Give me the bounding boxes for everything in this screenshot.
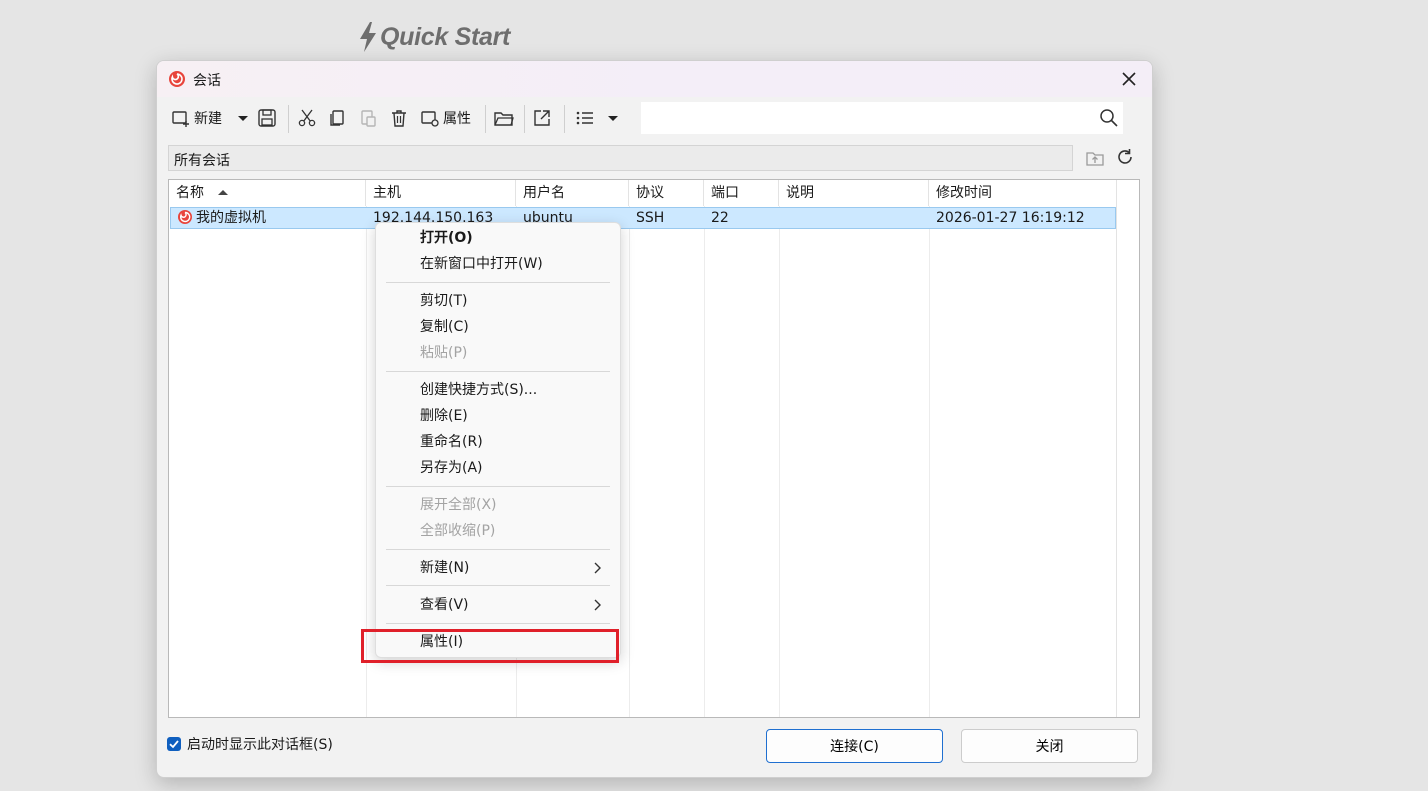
copy-icon: [330, 110, 344, 126]
menu-item-open[interactable]: 打开(O): [420, 226, 473, 250]
session-table: 名称 主机 用户名 协议 端口 说明 修改时间 我的虚拟机 192.144.15…: [168, 179, 1140, 718]
menu-item-collapse-all[interactable]: 全部收缩(P): [420, 519, 495, 543]
show-on-startup-label: 启动时显示此对话框(S): [187, 737, 333, 753]
session-path-bar[interactable]: 所有会话: [168, 145, 1073, 171]
menu-item-view[interactable]: 查看(V): [420, 593, 469, 617]
table-header: 名称 主机 用户名 协议 端口 说明 修改时间: [169, 180, 1117, 206]
quick-start-title: Quick Start: [358, 20, 510, 54]
export-icon: [534, 110, 550, 126]
scissors-icon: [298, 109, 316, 127]
quick-start-text: Quick Start: [380, 22, 511, 51]
paste-icon: [361, 110, 376, 127]
menu-item-delete[interactable]: 删除(E): [420, 404, 468, 428]
delete-button[interactable]: [389, 103, 409, 133]
context-menu: 打开(O) 在新窗口中打开(W) 剪切(T) 复制(C) 粘贴(P) 创建快捷方…: [375, 222, 621, 658]
close-icon[interactable]: [1116, 67, 1142, 91]
menu-item-create-shortcut[interactable]: 创建快捷方式(S)...: [420, 378, 537, 402]
highlight-annotation: [361, 629, 619, 663]
cut-button[interactable]: [297, 103, 317, 133]
new-session-label: 新建: [194, 111, 222, 127]
folder-up-icon[interactable]: [1085, 148, 1105, 172]
properties-label: 属性: [443, 111, 471, 127]
column-header-host[interactable]: 主机: [366, 180, 516, 206]
column-header-modified[interactable]: 修改时间: [929, 180, 1117, 206]
properties-icon: [421, 111, 439, 127]
menu-item-save-as[interactable]: 另存为(A): [420, 456, 483, 480]
column-header-user[interactable]: 用户名: [516, 180, 629, 206]
close-button[interactable]: 关闭: [961, 729, 1138, 763]
session-name: 我的虚拟机: [196, 210, 266, 226]
dialog-titlebar: 会话: [157, 61, 1152, 97]
column-header-port[interactable]: 端口: [704, 180, 779, 206]
sort-ascending-icon: [218, 190, 228, 195]
menu-item-open-new-window[interactable]: 在新窗口中打开(W): [420, 252, 543, 276]
caret-down-icon: [608, 116, 618, 121]
lightning-icon: [360, 22, 376, 52]
new-dropdown-button[interactable]: [237, 103, 249, 133]
checkbox-checked-icon[interactable]: [167, 737, 181, 751]
table-row[interactable]: 我的虚拟机 192.144.150.163 ubuntu SSH 22 2026…: [170, 207, 1116, 229]
session-port: 22: [711, 210, 729, 226]
show-on-startup-checkbox[interactable]: 启动时显示此对话框(S): [167, 734, 333, 754]
caret-down-icon: [238, 116, 248, 121]
column-header-protocol[interactable]: 协议: [629, 180, 704, 206]
dialog-title: 会话: [193, 73, 221, 89]
properties-button[interactable]: 属性: [420, 103, 471, 133]
chevron-right-icon: [592, 562, 602, 578]
menu-item-expand-all[interactable]: 展开全部(X): [420, 493, 497, 517]
menu-item-cut[interactable]: 剪切(T): [420, 289, 467, 313]
view-dropdown-button[interactable]: [607, 103, 619, 133]
save-button[interactable]: [257, 103, 277, 133]
list-icon: [576, 111, 593, 125]
menu-item-copy[interactable]: 复制(C): [420, 315, 469, 339]
session-protocol: SSH: [636, 210, 665, 226]
open-folder-button[interactable]: [493, 103, 515, 133]
export-button[interactable]: [532, 103, 552, 133]
search-input[interactable]: [647, 106, 1091, 132]
column-header-description[interactable]: 说明: [779, 180, 929, 206]
menu-item-new[interactable]: 新建(N): [420, 556, 469, 580]
snail-app-icon: [167, 70, 187, 92]
refresh-icon[interactable]: [1115, 147, 1135, 171]
session-modified: 2026-01-27 16:19:12: [936, 210, 1085, 226]
trash-icon: [392, 110, 406, 127]
save-icon: [258, 109, 276, 127]
search-icon[interactable]: [1099, 108, 1119, 132]
search-box: [641, 102, 1123, 134]
connect-button[interactable]: 连接(C): [766, 729, 943, 763]
chevron-right-icon: [592, 599, 602, 615]
view-list-button[interactable]: [575, 103, 595, 133]
folder-open-icon: [494, 112, 514, 126]
paste-button[interactable]: [358, 103, 378, 133]
copy-button[interactable]: [327, 103, 347, 133]
session-path-label: 所有会话: [174, 153, 230, 169]
new-session-icon: [172, 111, 189, 127]
session-dialog: 会话 新建 属性 所有会话 名称 主机 用户名 协议 端口 说明 修改时间 我的…: [156, 60, 1153, 778]
session-icon: [175, 209, 195, 229]
column-header-name[interactable]: 名称: [169, 180, 366, 206]
menu-item-paste[interactable]: 粘贴(P): [420, 341, 467, 365]
new-session-button[interactable]: 新建: [171, 103, 222, 133]
menu-item-rename[interactable]: 重命名(R): [420, 430, 483, 454]
